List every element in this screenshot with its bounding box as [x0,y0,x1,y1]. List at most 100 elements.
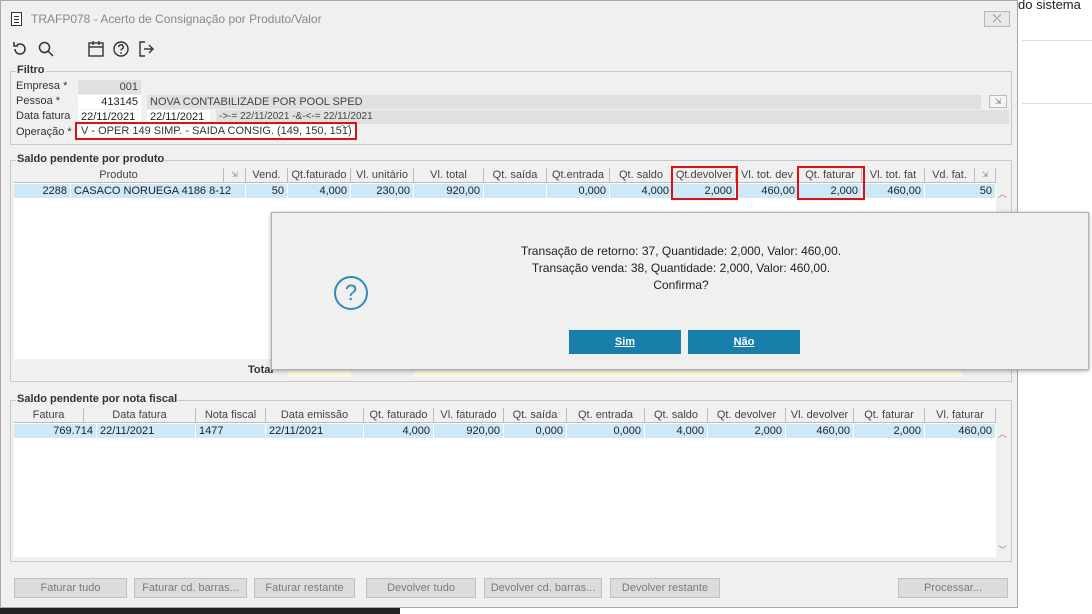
devolver-cd-barras-button[interactable]: Devolver cd. barras... [484,578,602,598]
cell: 4,000 [610,184,673,198]
cell: 2,000 [708,424,786,438]
col-header[interactable]: Fatura [14,408,84,423]
pessoa-name-field: NOVA CONTABILIZADE POR POOL SPED [147,95,981,109]
taskbar-strip [0,608,400,614]
toolbar [1,37,301,61]
saldo-produto-title: Saldo pendente por produto [16,153,166,165]
cell: 2288 [14,184,71,198]
help-icon[interactable] [112,40,130,58]
faturar-restante-button[interactable]: Faturar restante [254,578,355,598]
faturar-tudo-button[interactable]: Faturar tudo [14,578,127,598]
col-header[interactable]: Vl. faturado [434,408,504,423]
dialog-message-line: Confirma? [653,278,709,292]
chevron-down-icon: ﹀ [341,125,351,136]
total-label: Total [248,364,274,376]
data-fatura-label: Data fatura [16,110,71,122]
document-icon [11,12,22,26]
pessoa-label: Pessoa * [16,95,61,107]
col-header[interactable]: Qt. devolver [708,408,786,423]
exit-icon[interactable] [137,40,155,58]
cell: 4,000 [288,184,351,198]
cell: 920,00 [414,184,484,198]
cell [484,184,547,198]
window-title: TRAFP078 - Acerto de Consignação por Pro… [31,12,322,26]
col-header[interactable]: Qt. saída [484,168,547,183]
cell: 22/11/2021 [97,424,196,438]
highlight-qt-devolver [671,166,738,200]
col-header[interactable]: Vl. tot. dev [736,168,799,183]
empresa-label: Empresa * [16,80,68,92]
col-header[interactable]: Vl. faturar [925,408,996,423]
scroll-down-icon[interactable]: ﹀ [998,543,1007,556]
column-chooser-icon[interactable]: ⇲ [224,168,246,183]
col-header[interactable]: Vl. total [414,168,484,183]
col-header[interactable]: Qt. faturar [854,408,925,423]
scroll-up-icon[interactable]: ︿ [998,427,1007,440]
operacao-value: V - OPER 149 SIMP. - SAIDA CONSIG. (149,… [81,125,352,137]
col-header[interactable]: Vend. [246,168,288,183]
highlight-qt-faturar [797,166,865,200]
cell: 769.714 [14,424,97,438]
cell: 920,00 [434,424,504,438]
cell: 1477 [196,424,266,438]
dialog-message-line: Transação de retorno: 37, Quantidade: 2,… [520,244,842,258]
nao-button[interactable]: Não [688,330,800,354]
cell: 230,00 [351,184,414,198]
cell: 50 [925,184,996,198]
col-header[interactable]: Qt.entrada [547,168,610,183]
cell: 460,00 [736,184,799,198]
col-header[interactable]: Qt. faturado [364,408,434,423]
operacao-label: Operação * [16,126,72,138]
operacao-select[interactable]: V - OPER 149 SIMP. - SAIDA CONSIG. (149,… [75,122,357,140]
col-header[interactable]: Nota fiscal [196,408,266,423]
nota-table-body [14,423,996,557]
col-header[interactable]: Data fatura [84,408,196,423]
col-header[interactable]: Vd. fat. [925,168,975,183]
cell: 0,000 [504,424,567,438]
refresh-icon[interactable] [11,40,29,58]
confirm-dialog: ? Transação de retorno: 37, Quantidade: … [271,212,1089,370]
sim-button[interactable]: Sim [569,330,681,354]
col-header[interactable]: Qt. entrada [567,408,645,423]
column-chooser-icon[interactable]: ⇲ [975,168,996,183]
calendar-icon[interactable] [87,40,105,58]
cell: 4,000 [645,424,708,438]
cell: 4,000 [364,424,434,438]
cell: 22/11/2021 [266,424,364,438]
faturar-cd-barras-button[interactable]: Faturar cd. barras... [134,578,247,598]
col-header[interactable]: Data emissão [266,408,364,423]
col-header[interactable]: Qt. saldo [645,408,708,423]
title-bar: TRAFP078 - Acerto de Consignação por Pro… [1,1,1017,35]
col-header[interactable]: Qt. saldo [610,168,673,183]
nota-table-header: Fatura Data fatura Nota fiscal Data emis… [14,408,996,423]
saldo-nota-title: Saldo pendente por nota fiscal [16,393,179,405]
col-header[interactable]: Vl. unitário [351,168,414,183]
background-text: do sistema [1018,0,1081,12]
dialog-message-line: Transação venda: 38, Quantidade: 2,000, … [531,261,831,275]
search-icon[interactable] [37,40,55,58]
cell: 460,00 [862,184,925,198]
col-header[interactable]: Qt. saída [504,408,567,423]
table-row[interactable]: 769.714 22/11/2021 1477 22/11/2021 4,000… [14,424,996,438]
pessoa-code-field[interactable]: 413145 [78,95,141,109]
close-button[interactable]: ⤫ [984,11,1010,27]
filtro-title: Filtro [16,64,46,76]
cell: 460,00 [786,424,854,438]
col-header[interactable]: Produto [14,168,224,183]
scroll-up-icon[interactable]: ︿ [998,187,1007,200]
processar-button[interactable]: Processar... [898,578,1008,598]
cell: CASACO NORUEGA 4186 8-12 [71,184,246,198]
cell: 50 [246,184,288,198]
background-divider [1022,103,1092,104]
col-header[interactable]: Vl. tot. fat [862,168,925,183]
cell: 0,000 [567,424,645,438]
empresa-field[interactable]: 001 [78,80,141,94]
devolver-tudo-button[interactable]: Devolver tudo [366,578,476,598]
col-header[interactable]: Qt.faturado [288,168,351,183]
devolver-restante-button[interactable]: Devolver restante [610,578,720,598]
pessoa-lookup-icon[interactable]: ⇲ [989,95,1007,108]
cell: 2,000 [854,424,925,438]
cell: 0,000 [547,184,610,198]
cell: 460,00 [925,424,996,438]
col-header[interactable]: Vl. devolver [786,408,854,423]
